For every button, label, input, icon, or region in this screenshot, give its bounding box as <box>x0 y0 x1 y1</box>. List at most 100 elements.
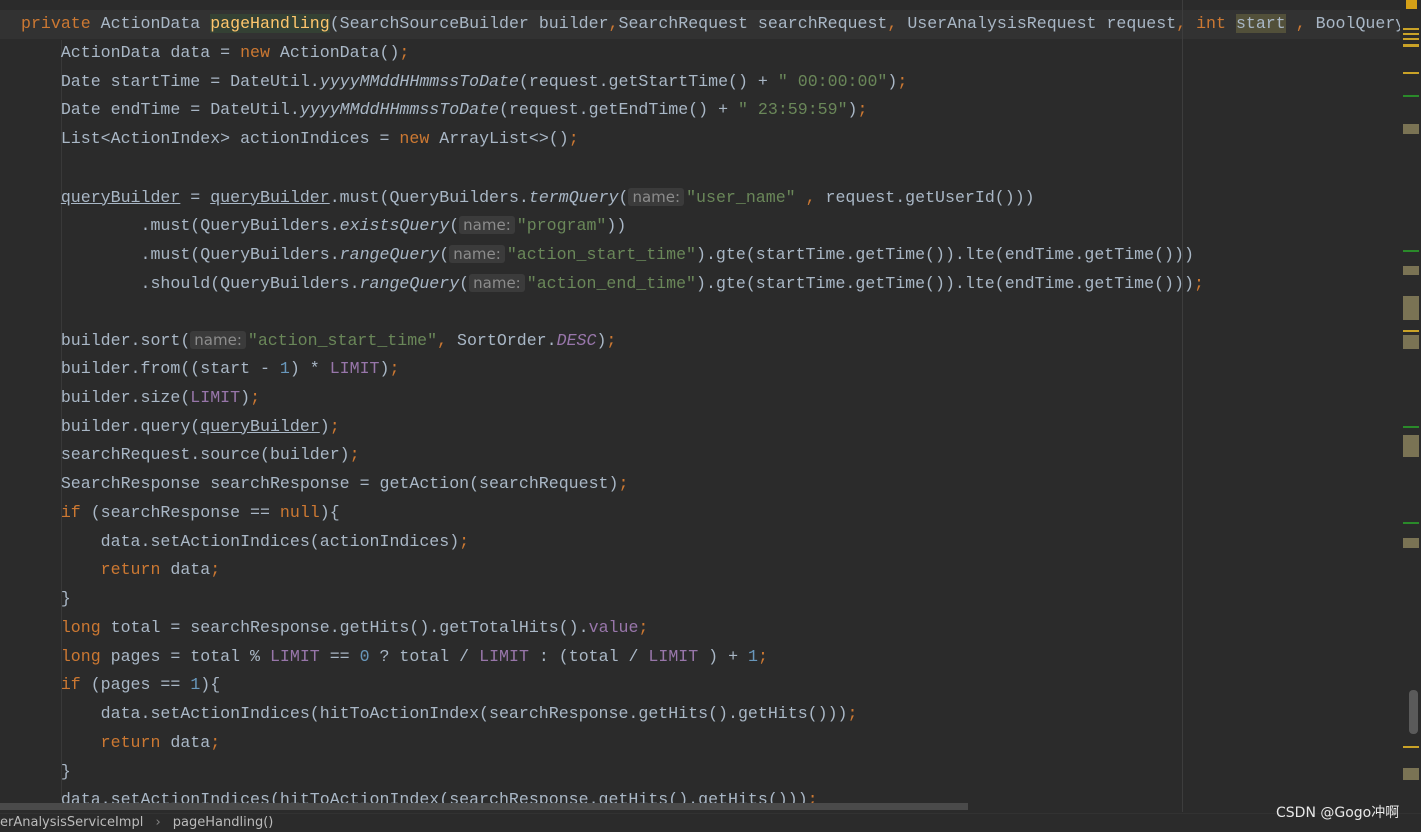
code-text: ) <box>379 359 390 378</box>
code-line[interactable]: if (searchResponse == null){ <box>21 499 340 528</box>
code-text: builder.size( <box>21 387 191 407</box>
breadcrumb: erAnalysisServiceImpl › pageHandling() <box>0 813 1421 832</box>
code-text: BoolQueryB <box>1315 14 1400 33</box>
code-line[interactable]: ActionData data = new ActionData(); <box>21 39 410 68</box>
marker[interactable] <box>1403 124 1419 134</box>
marker[interactable] <box>1403 296 1419 320</box>
breadcrumb-method[interactable]: pageHandling() <box>173 814 274 832</box>
code-text: builder.sort( <box>21 331 191 351</box>
keyword: , <box>1285 14 1316 33</box>
marker[interactable] <box>1403 746 1419 748</box>
marker[interactable] <box>1403 28 1419 30</box>
parameter-hint: name: <box>459 216 515 235</box>
code-line[interactable]: } <box>21 585 71 614</box>
keyword: ; <box>857 100 868 120</box>
inspection-status-icon[interactable] <box>1406 0 1417 9</box>
code-line[interactable]: return data; <box>21 556 221 585</box>
code-text: ActionData() <box>279 42 400 62</box>
code-text: ) <box>847 100 858 120</box>
code-line[interactable]: data.setActionIndices(hitToActionIndex(s… <box>21 700 858 729</box>
code-text: searchRequest.source(builder) <box>21 445 350 465</box>
code-text: ArrayList<>() <box>439 129 569 148</box>
keyword: ; <box>1193 273 1204 293</box>
code-line[interactable]: Date endTime = DateUtil.yyyyMMddHHmmssTo… <box>21 96 868 125</box>
code-line[interactable]: .should(QueryBuilders.rangeQuery(name: "a… <box>21 269 1204 298</box>
constant: LIMIT <box>648 646 699 666</box>
string-literal: " 23:59:59" <box>738 100 848 120</box>
code-line[interactable]: long pages = total % LIMIT == 0 ? total … <box>21 643 768 672</box>
code-line[interactable]: queryBuilder = queryBuilder.must(QueryBu… <box>21 183 1035 212</box>
field-reference: queryBuilder <box>210 187 330 207</box>
marker[interactable] <box>1403 330 1419 332</box>
code-line[interactable]: .must(QueryBuilders.existsQuery(name: "pr… <box>21 211 626 240</box>
code-text: ( <box>459 273 470 293</box>
static-method: existsQuery <box>339 216 450 236</box>
code-line[interactable]: return data; <box>21 729 221 758</box>
marker[interactable] <box>1403 435 1419 457</box>
keyword: , <box>437 331 458 351</box>
code-text: builder.query( <box>21 416 201 436</box>
string-literal: "action_start_time" <box>506 245 697 264</box>
horizontal-scrollbar-thumb[interactable] <box>0 803 968 810</box>
parameter-hint: name: <box>469 273 525 292</box>
marker[interactable] <box>1403 250 1419 252</box>
code-text: ) * <box>289 359 330 378</box>
code-text: (SearchSourceBuilder builder <box>329 14 609 33</box>
code-line[interactable]: List<ActionIndex> actionIndices = new Ar… <box>21 125 579 154</box>
code-line[interactable]: Date startTime = DateUtil.yyyyMMddHHmmss… <box>21 68 907 97</box>
marker[interactable] <box>1403 38 1419 40</box>
marker[interactable] <box>1403 95 1419 97</box>
code-line[interactable]: long total = searchResponse.getHits().ge… <box>21 614 649 643</box>
code-line[interactable]: private ActionData pageHandling(SearchSo… <box>21 10 1400 39</box>
code-line[interactable]: builder.query(queryBuilder); <box>21 413 340 442</box>
code-text: Date startTime = DateUtil. <box>21 71 320 91</box>
keyword: ; <box>568 129 579 148</box>
code-text: .must(QueryBuilders. <box>329 187 529 207</box>
marker[interactable] <box>1403 33 1419 35</box>
field-reference: queryBuilder <box>60 187 181 207</box>
code-line[interactable]: builder.from((start - 1) * LIMIT); <box>21 355 400 384</box>
code-text: pages = total % <box>110 646 270 666</box>
marker[interactable] <box>1403 538 1419 548</box>
code-line[interactable]: builder.size(LIMIT); <box>21 384 260 413</box>
marker[interactable] <box>1403 768 1419 780</box>
code-text: (request.getStartTime() + <box>518 71 778 91</box>
string-literal: " 00:00:00" <box>777 71 888 91</box>
code-text: ){ <box>319 502 340 522</box>
string-literal: "user_name" <box>686 187 796 207</box>
code-line[interactable]: } <box>21 758 71 787</box>
keyword: ; <box>389 359 400 378</box>
code-text: (searchResponse == <box>90 502 280 522</box>
breadcrumb-separator: › <box>155 815 161 830</box>
code-line[interactable]: searchRequest.source(builder); <box>21 441 360 470</box>
code-text: (request.getEndTime() + <box>499 100 738 120</box>
code-text: ) <box>596 331 607 351</box>
marker[interactable] <box>1403 266 1419 275</box>
marker[interactable] <box>1403 44 1419 47</box>
code-line[interactable]: .must(QueryBuilders.rangeQuery(name: "act… <box>21 240 1194 269</box>
number-literal: 1 <box>748 646 758 666</box>
code-text: ) <box>319 416 330 436</box>
code-editor[interactable]: private ActionData pageHandling(SearchSo… <box>0 0 1400 812</box>
code-text: .must(QueryBuilders. <box>21 216 340 236</box>
vertical-scrollbar-thumb[interactable] <box>1409 690 1418 734</box>
keyword: null <box>279 502 320 522</box>
marker[interactable] <box>1403 335 1419 349</box>
code-line[interactable]: SearchResponse searchResponse = getActio… <box>21 470 629 499</box>
marker[interactable] <box>1403 72 1419 74</box>
marker[interactable] <box>1403 426 1419 428</box>
parameter-hint: name: <box>449 245 505 263</box>
keyword: return <box>21 560 171 580</box>
code-line[interactable]: builder.sort(name: "action_start_time", S… <box>21 326 616 355</box>
code-line[interactable]: if (pages == 1){ <box>21 671 220 700</box>
marker[interactable] <box>1403 522 1419 524</box>
enum-constant: DESC <box>556 331 597 351</box>
code-text: ).gte(startTime.getTime()).lte(endTime.g… <box>696 273 1194 293</box>
code-text: List<ActionIndex> actionIndices = <box>21 129 400 148</box>
keyword: ; <box>459 531 470 551</box>
code-line[interactable]: data.setActionIndices(actionIndices); <box>21 528 469 557</box>
breadcrumb-class[interactable]: erAnalysisServiceImpl <box>0 814 143 832</box>
code-text: ActionData data = <box>21 42 241 62</box>
constant: LIMIT <box>329 359 380 378</box>
